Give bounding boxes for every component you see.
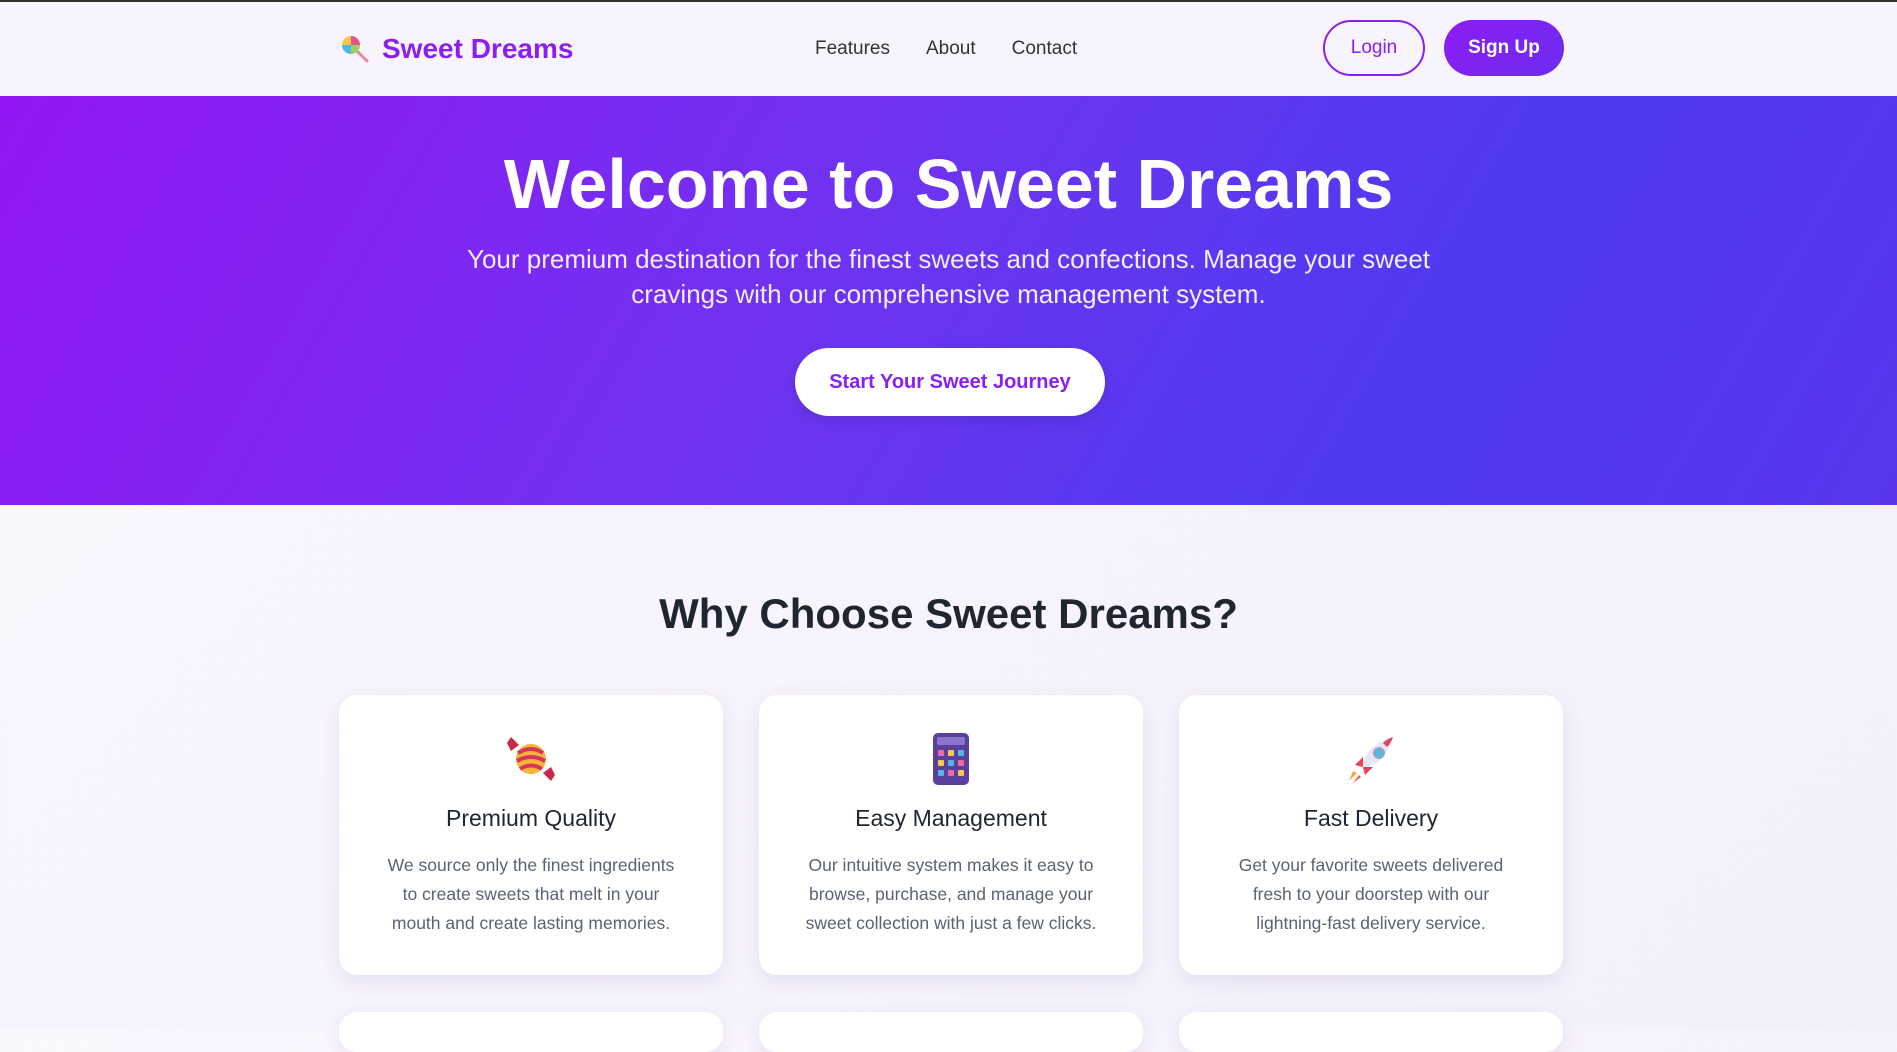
feature-card-title: Fast Delivery	[1303, 805, 1439, 831]
feature-card-partial	[759, 1012, 1143, 1052]
feature-card-title: Premium Quality	[446, 805, 616, 831]
candy-icon	[507, 737, 555, 781]
start-journey-button[interactable]: Start Your Sweet Journey	[795, 348, 1105, 416]
brand-name: Sweet Dreams	[382, 33, 574, 64]
feature-card-delivery: Fast Delivery Get your favorite sweets d…	[1179, 695, 1563, 975]
hero-subtitle: Your premium destination for the finest …	[466, 244, 1430, 309]
hero-title: Welcome to Sweet Dreams	[503, 145, 1394, 223]
brand-link[interactable]: Sweet Dreams	[340, 2, 573, 96]
hero-section: Welcome to Sweet Dreams Your premium des…	[0, 96, 1897, 505]
nav-link-about[interactable]: About	[926, 38, 976, 60]
lollipop-icon	[342, 36, 369, 63]
calculator-icon	[933, 733, 969, 785]
signup-button[interactable]: Sign Up	[1444, 20, 1564, 76]
feature-card-partial	[1179, 1012, 1563, 1052]
feature-card-partial	[339, 1012, 723, 1052]
features-title: Why Choose Sweet Dreams?	[659, 590, 1238, 637]
site-header: Sweet Dreams Features About Contact Logi…	[0, 2, 1897, 96]
feature-card-text: We source only the finest ingredients to…	[387, 855, 675, 933]
nav-link-features[interactable]: Features	[815, 38, 890, 60]
login-button[interactable]: Login	[1323, 20, 1425, 76]
nav-link-contact[interactable]: Contact	[1012, 38, 1077, 60]
feature-card-title: Easy Management	[855, 805, 1047, 831]
feature-card-management: Easy Management Our intuitive system mak…	[759, 695, 1143, 975]
feature-card-text: Get your favorite sweets delivered fresh…	[1238, 855, 1504, 933]
feature-card-text: Our intuitive system makes it easy to br…	[805, 855, 1097, 933]
rocket-icon	[1349, 737, 1393, 783]
main-nav: Features About Contact	[815, 2, 1077, 96]
feature-card-quality: Premium Quality We source only the fines…	[339, 695, 723, 975]
